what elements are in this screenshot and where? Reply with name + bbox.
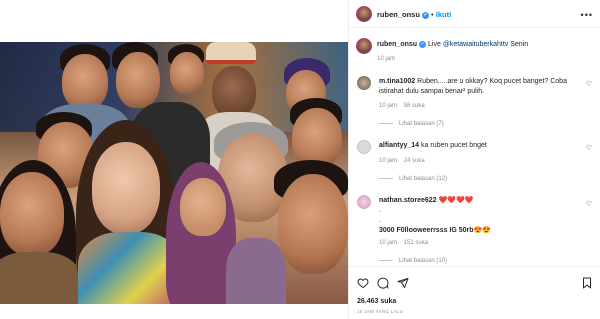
comment-likes[interactable]: 151 suka	[404, 240, 428, 246]
comment-time: 10 jam	[379, 240, 398, 246]
comment-text: Ruben.....are u okkay? Koq pucet banget?…	[417, 78, 567, 85]
comment-username[interactable]: m.tina1002	[379, 78, 415, 85]
comment-likes[interactable]: 58 suka	[404, 103, 425, 109]
comment-text: istirahat dulu sampai benar² pulih.	[379, 88, 485, 95]
comment-text: 3000 F0llooweerrsss IG 50rb😍😍	[379, 227, 491, 234]
post-side-panel: ruben_onsu ✓ • Ikuti ••• ruben_onsu ✓ Live…	[348, 0, 600, 319]
person-face	[212, 66, 256, 118]
heart-icon[interactable]: ♡	[586, 80, 592, 88]
person-face	[170, 52, 204, 94]
avatar[interactable]	[357, 195, 371, 209]
bookmark-icon[interactable]	[581, 277, 593, 289]
avatar[interactable]	[357, 140, 371, 154]
photo-top-margin	[0, 0, 348, 42]
post-header: ruben_onsu ✓ • Ikuti •••	[349, 0, 600, 28]
post-timestamp: 10 JAM YANG LALU	[357, 309, 404, 314]
post-photo[interactable]	[0, 0, 348, 319]
caption-mention[interactable]: @ketawaituberkahttv	[443, 41, 508, 48]
comment-icon[interactable]	[377, 277, 389, 289]
comment-body: nathan.storee622 ❤️❤️❤️❤️ . . 3000 F0llo…	[379, 196, 579, 236]
comment-text: .	[379, 207, 381, 214]
header-user: ruben_onsu ✓ • Ikuti	[377, 10, 452, 19]
caption-username[interactable]: ruben_onsu	[377, 41, 417, 48]
comment-time: 10 jam	[379, 158, 398, 164]
group-selfie-image	[0, 42, 348, 304]
caption-time: 10 jam	[377, 56, 396, 62]
like-count[interactable]: 26.463 suka	[357, 298, 396, 305]
header-username[interactable]: ruben_onsu	[377, 10, 420, 19]
comment-username[interactable]: nathan.storee622	[379, 197, 437, 204]
view-replies-button[interactable]: Lihat balasan (12)	[379, 176, 447, 182]
comment-likes[interactable]: 24 suka	[404, 158, 425, 164]
view-replies-button[interactable]: Lihat balasan (10)	[379, 258, 447, 264]
caption-avatar[interactable]	[356, 38, 372, 54]
comment-time: 10 jam	[379, 103, 398, 109]
person-face	[116, 52, 160, 108]
heart-icon[interactable]: ♡	[586, 200, 592, 208]
person-face	[278, 174, 348, 274]
person-face	[92, 142, 160, 234]
follow-button[interactable]: Ikuti	[436, 10, 451, 19]
caption-live: Live	[428, 41, 441, 48]
person-face	[62, 54, 108, 110]
heart-icon[interactable]	[357, 277, 369, 289]
verified-icon: ✓	[421, 11, 429, 19]
comment-username[interactable]: alfiantyy_14	[379, 142, 419, 149]
person-shirt	[226, 238, 286, 304]
share-icon[interactable]	[397, 277, 409, 289]
post-actions: 26.463 suka 10 JAM YANG LALU	[349, 266, 600, 319]
comment-text: ❤️❤️❤️❤️	[438, 197, 474, 204]
caption-rest: Senin	[510, 41, 529, 48]
comment-meta: 10 jam 58 suka	[379, 103, 425, 109]
person-hat	[206, 42, 256, 64]
caption: ruben_onsu ✓ Live @ketawaituberkahttv Sen…	[377, 40, 593, 50]
comment-text: ka ruben pucet bnget	[421, 142, 487, 149]
avatar[interactable]	[356, 6, 372, 22]
person-face	[180, 178, 226, 236]
heart-icon[interactable]: ♡	[586, 144, 592, 152]
comment-meta: 10 jam 151 suka	[379, 240, 428, 246]
comment-text: .	[379, 217, 381, 224]
comment-body: alfiantyy_14 ka ruben pucet bnget	[379, 141, 579, 151]
person-shirt	[0, 252, 80, 304]
verified-icon: ✓	[419, 40, 427, 48]
person-face	[0, 172, 64, 256]
person-face	[292, 108, 342, 168]
comment-meta: 10 jam 24 suka	[379, 158, 425, 164]
view-replies-button[interactable]: Lihat balasan (7)	[379, 121, 444, 127]
avatar[interactable]	[357, 76, 371, 90]
more-options-icon[interactable]: •••	[581, 10, 593, 20]
comment-body: m.tina1002 Ruben.....are u okkay? Koq pu…	[379, 77, 579, 97]
